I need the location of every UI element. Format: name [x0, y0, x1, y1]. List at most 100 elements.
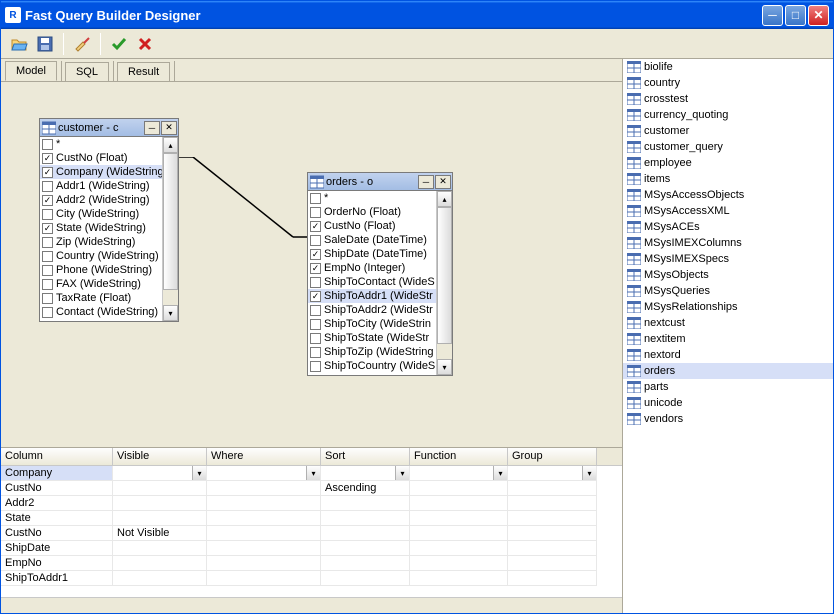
field-list-customer[interactable]: *✓CustNo (Float)✓Company (WideStringAddr… [40, 137, 162, 321]
grid-row[interactable]: Company▾▾▾▾▾ [1, 466, 622, 481]
grid-cell[interactable]: ▾ [508, 466, 597, 481]
field-row[interactable]: * [308, 191, 436, 205]
field-row[interactable]: ShipToState (WideStr [308, 331, 436, 345]
grid-cell[interactable] [321, 511, 410, 526]
grid-cell[interactable] [508, 496, 597, 511]
tab-result[interactable]: Result [117, 62, 170, 81]
checkbox[interactable] [310, 361, 321, 372]
field-row[interactable]: ✓ShipToAddr1 (WideStr [308, 289, 436, 303]
field-row[interactable]: Addr1 (WideString) [40, 179, 162, 193]
checkbox[interactable] [310, 277, 321, 288]
field-row[interactable]: ShipToZip (WideString [308, 345, 436, 359]
grid-cell[interactable]: Addr2 [1, 496, 113, 511]
tree-item[interactable]: nextord [623, 347, 833, 363]
grid-cell[interactable]: Not Visible [113, 526, 207, 541]
tree-item[interactable]: MSysRelationships [623, 299, 833, 315]
field-row[interactable]: FAX (WideString) [40, 277, 162, 291]
close-button[interactable]: ✕ [808, 5, 829, 26]
checkbox[interactable] [310, 319, 321, 330]
checkbox[interactable]: ✓ [42, 153, 53, 164]
horizontal-scrollbar[interactable] [1, 597, 622, 613]
field-list-orders[interactable]: *OrderNo (Float)✓CustNo (Float)SaleDate … [308, 191, 436, 375]
checkbox[interactable]: ✓ [42, 223, 53, 234]
table-minimize-button[interactable]: ─ [144, 121, 160, 135]
checkbox[interactable] [42, 251, 53, 262]
grid-row[interactable]: CustNoAscending [1, 481, 622, 496]
grid-cell[interactable] [207, 496, 321, 511]
tab-model[interactable]: Model [5, 61, 57, 81]
scroll-up-button[interactable]: ▴ [163, 137, 178, 153]
tables-tree[interactable]: biolifecountrycrosstestcurrency_quotingc… [623, 59, 833, 613]
grid-cell[interactable] [410, 481, 508, 496]
grid-header-cell[interactable]: Column [1, 448, 113, 465]
field-row[interactable]: Country (WideString) [40, 249, 162, 263]
tree-item[interactable]: MSysQueries [623, 283, 833, 299]
grid-cell[interactable] [410, 496, 508, 511]
grid-cell[interactable]: State [1, 511, 113, 526]
checkbox[interactable] [310, 235, 321, 246]
tree-item[interactable]: MSysAccessXML [623, 203, 833, 219]
table-window-orders[interactable]: orders - o ─ ✕ *OrderNo (Float)✓CustNo (… [307, 172, 453, 376]
grid-cell[interactable] [410, 526, 508, 541]
grid-cell[interactable]: ShipToAddr1 [1, 571, 113, 586]
grid-cell[interactable]: ▾ [321, 466, 410, 481]
tree-item[interactable]: crosstest [623, 91, 833, 107]
grid-cell[interactable]: ▾ [207, 466, 321, 481]
tree-item[interactable]: MSysAccessObjects [623, 187, 833, 203]
tree-item[interactable]: items [623, 171, 833, 187]
checkbox[interactable] [42, 139, 53, 150]
grid-row[interactable]: EmpNo [1, 556, 622, 571]
grid-cell[interactable] [321, 571, 410, 586]
field-row[interactable]: City (WideString) [40, 207, 162, 221]
grid-cell[interactable] [207, 481, 321, 496]
field-row[interactable]: SaleDate (DateTime) [308, 233, 436, 247]
grid-cell[interactable] [207, 571, 321, 586]
grid-header-cell[interactable]: Visible [113, 448, 207, 465]
scroll-up-button[interactable]: ▴ [437, 191, 452, 207]
tree-item[interactable]: country [623, 75, 833, 91]
grid-header-cell[interactable]: Group [508, 448, 597, 465]
field-row[interactable]: ShipToCountry (WideS [308, 359, 436, 373]
field-row[interactable]: ✓Company (WideString [40, 165, 162, 179]
grid-cell[interactable] [207, 556, 321, 571]
grid-cell[interactable] [113, 571, 207, 586]
dropdown-button[interactable]: ▾ [192, 466, 206, 480]
checkbox[interactable]: ✓ [310, 221, 321, 232]
field-row[interactable]: * [40, 137, 162, 151]
checkbox[interactable] [42, 307, 53, 318]
field-row[interactable]: OrderNo (Float) [308, 205, 436, 219]
scroll-down-button[interactable]: ▾ [163, 305, 178, 321]
grid-cell[interactable] [508, 511, 597, 526]
scrollbar[interactable]: ▴ ▾ [162, 137, 178, 321]
field-row[interactable]: ✓State (WideString) [40, 221, 162, 235]
checkbox[interactable] [310, 193, 321, 204]
checkbox[interactable]: ✓ [310, 249, 321, 260]
dropdown-button[interactable]: ▾ [493, 466, 507, 480]
field-row[interactable]: Contact (WideString) [40, 305, 162, 319]
checkbox[interactable]: ✓ [310, 263, 321, 274]
tree-item[interactable]: employee [623, 155, 833, 171]
minimize-button[interactable]: ─ [762, 5, 783, 26]
grid-cell[interactable] [321, 541, 410, 556]
grid-cell[interactable] [321, 556, 410, 571]
grid-cell[interactable] [508, 571, 597, 586]
tree-item[interactable]: nextcust [623, 315, 833, 331]
grid-cell[interactable] [410, 511, 508, 526]
grid-cell[interactable]: ▾ [410, 466, 508, 481]
table-window-customer[interactable]: customer - c ─ ✕ *✓CustNo (Float)✓Compan… [39, 118, 179, 322]
tree-item[interactable]: vendors [623, 411, 833, 427]
tree-item[interactable]: nextitem [623, 331, 833, 347]
grid-cell[interactable]: ▾ [113, 466, 207, 481]
dropdown-button[interactable]: ▾ [395, 466, 409, 480]
grid-cell[interactable] [113, 541, 207, 556]
checkbox[interactable] [310, 305, 321, 316]
grid-cell[interactable] [207, 511, 321, 526]
grid-cell[interactable] [410, 541, 508, 556]
grid-header-cell[interactable]: Where [207, 448, 321, 465]
tree-item[interactable]: MSysIMEXSpecs [623, 251, 833, 267]
grid-cell[interactable]: Ascending [321, 481, 410, 496]
grid-row[interactable]: State [1, 511, 622, 526]
tab-sql[interactable]: SQL [65, 62, 109, 81]
tree-item[interactable]: MSysIMEXColumns [623, 235, 833, 251]
checkbox[interactable] [42, 293, 53, 304]
